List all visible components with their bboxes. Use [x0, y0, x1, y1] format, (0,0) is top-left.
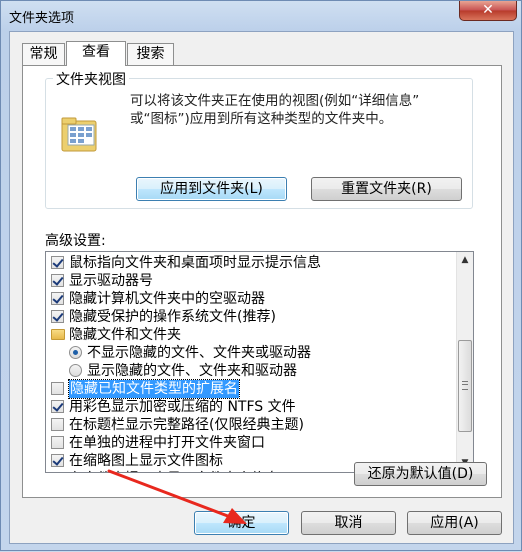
checkbox-unchecked[interactable] [51, 472, 64, 473]
folder-icon [51, 329, 65, 340]
checkbox-checked[interactable] [51, 400, 64, 413]
advanced-setting-row[interactable]: 隐藏受保护的操作系统文件(推荐) [46, 308, 456, 326]
title-bar[interactable]: 文件夹选项 ✕ [1, 1, 521, 31]
dialog-client-area: 常规 查看 搜索 文件夹视图 可以将该文件夹正在使用的视图(例如“详细信息” 或… [9, 31, 514, 544]
checkbox-checked[interactable] [51, 256, 64, 269]
folder-options-dialog: 文件夹选项 ✕ 常规 查看 搜索 文件夹视图 可以将该文件夹正在使用的视图(例如… [0, 0, 522, 551]
ok-button[interactable]: 确定 [194, 511, 289, 535]
folder-views-description: 可以将该文件夹正在使用的视图(例如“详细信息” 或“图标”)应用到所有这种类型的… [130, 92, 470, 128]
advanced-setting-label: 隐藏受保护的操作系统文件(推荐) [69, 309, 276, 325]
advanced-setting-label: 显示隐藏的文件、文件夹和驱动器 [87, 363, 297, 379]
radio-unselected[interactable] [69, 364, 82, 377]
tab-view[interactable]: 查看 [66, 41, 126, 66]
checkbox-checked[interactable] [51, 310, 64, 323]
advanced-setting-row[interactable]: 显示隐藏的文件、文件夹和驱动器 [46, 362, 456, 380]
restore-defaults-button[interactable]: 还原为默认值(D) [354, 462, 487, 486]
apply-to-folders-button[interactable]: 应用到文件夹(L) [136, 177, 287, 201]
advanced-setting-label: 隐藏文件和文件夹 [69, 327, 181, 343]
checkbox-unchecked[interactable] [51, 382, 64, 395]
scroll-up-arrow-icon[interactable]: ▲ [457, 252, 473, 269]
folder-views-group: 文件夹视图 可以将该文件夹正在使用的视图(例如“详细信息” 或“图标”)应用到所… [45, 69, 473, 209]
advanced-setting-row[interactable]: 隐藏已知文件类型的扩展名 [46, 379, 456, 399]
vertical-scrollbar[interactable]: ▲ ▼ [456, 252, 473, 472]
advanced-setting-label: 显示驱动器号 [69, 273, 153, 289]
advanced-setting-row[interactable]: 隐藏文件和文件夹 [46, 326, 456, 344]
tab-search[interactable]: 搜索 [127, 43, 174, 65]
advanced-setting-row[interactable]: 用彩色显示加密或压缩的 NTFS 文件 [46, 398, 456, 416]
description-line-2: 或“图标”)应用到所有这种类型的文件夹中。 [130, 111, 393, 127]
apply-button[interactable]: 应用(A) [407, 511, 502, 535]
advanced-setting-label: 在缩略图上显示文件图标 [69, 453, 223, 469]
advanced-setting-label: 隐藏计算机文件夹中的空驱动器 [69, 291, 265, 307]
window-title: 文件夹选项 [9, 11, 75, 26]
advanced-setting-label: 在单独的进程中打开文件夹窗口 [69, 435, 265, 451]
advanced-setting-row[interactable]: 不显示隐藏的文件、文件夹或驱动器 [46, 344, 456, 362]
checkbox-checked[interactable] [51, 274, 64, 287]
advanced-setting-label: 鼠标指向文件夹和桌面项时显示提示信息 [69, 255, 321, 271]
advanced-setting-row[interactable]: 鼠标指向文件夹和桌面项时显示提示信息 [46, 254, 456, 272]
grip-icon [462, 381, 468, 390]
advanced-setting-row[interactable]: 在标题栏显示完整路径(仅限经典主题) [46, 416, 456, 434]
tab-general[interactable]: 常规 [22, 43, 65, 65]
view-tab-panel: 文件夹视图 可以将该文件夹正在使用的视图(例如“详细信息” 或“图标”)应用到所… [22, 65, 502, 498]
reset-folders-button[interactable]: 重置文件夹(R) [311, 177, 462, 201]
checkbox-checked[interactable] [51, 454, 64, 467]
checkbox-unchecked[interactable] [51, 418, 64, 431]
advanced-setting-label: 不显示隐藏的文件、文件夹或驱动器 [87, 345, 311, 361]
description-line-1: 可以将该文件夹正在使用的视图(例如“详细信息” [130, 93, 420, 109]
advanced-setting-label: 在标题栏显示完整路径(仅限经典主题) [69, 417, 304, 433]
checkbox-checked[interactable] [51, 292, 64, 305]
folder-views-label: 文件夹视图 [53, 69, 129, 89]
advanced-setting-row[interactable]: 在单独的进程中打开文件夹窗口 [46, 434, 456, 452]
advanced-setting-label: 在文件夹提示中显示文件大小信息 [69, 470, 279, 472]
advanced-setting-row[interactable]: 隐藏计算机文件夹中的空驱动器 [46, 290, 456, 308]
advanced-setting-row[interactable]: 显示驱动器号 [46, 272, 456, 290]
cancel-button[interactable]: 取消 [301, 511, 396, 535]
scrollbar-thumb[interactable] [458, 340, 472, 432]
advanced-settings-label: 高级设置: [45, 233, 106, 249]
advanced-setting-label: 用彩色显示加密或压缩的 NTFS 文件 [69, 399, 296, 415]
folder-view-icon [61, 117, 97, 152]
advanced-settings-list[interactable]: 鼠标指向文件夹和桌面项时显示提示信息 显示驱动器号 隐藏计算机文件夹中的空驱动器 隐藏… [45, 251, 474, 473]
advanced-setting-label: 隐藏已知文件类型的扩展名 [68, 379, 240, 399]
close-button[interactable]: ✕ [459, 1, 517, 21]
radio-selected[interactable] [69, 346, 82, 359]
checkbox-unchecked[interactable] [51, 436, 64, 449]
